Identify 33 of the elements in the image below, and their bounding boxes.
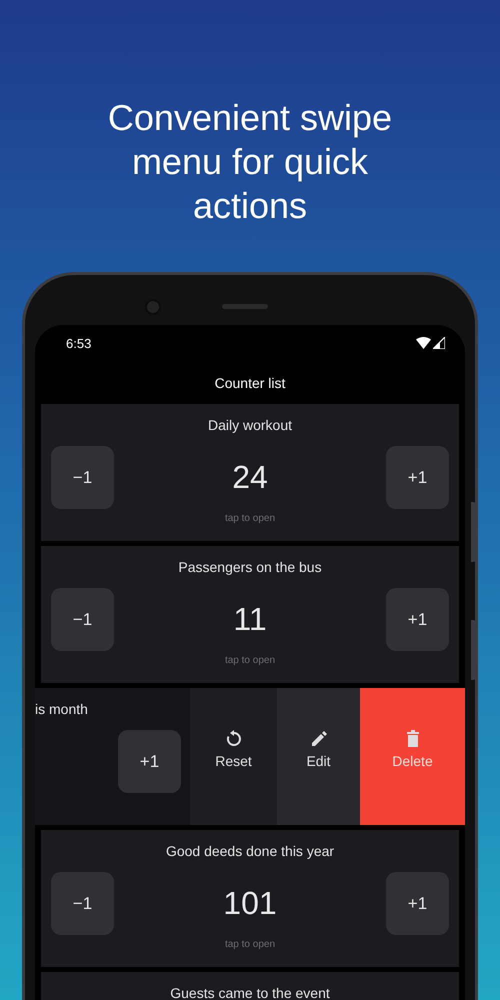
decrement-button[interactable]: −1 xyxy=(51,446,114,509)
reset-action[interactable]: Reset xyxy=(190,688,277,825)
counter-value: 11 xyxy=(233,601,267,638)
counter-title: Passengers on the bus xyxy=(178,559,322,575)
increment-button[interactable]: +1 xyxy=(386,872,449,935)
app-bar-title: Counter list xyxy=(214,375,286,393)
reset-icon xyxy=(224,730,242,748)
counter-card[interactable]: Good deeds done this year −1 101 +1 tap to open xyxy=(41,830,459,967)
counter-card[interactable]: Passengers on the bus −1 11 +1 tap to open xyxy=(41,546,459,683)
headline: Convenient swipe menu for quick actions xyxy=(106,96,394,228)
increment-button[interactable]: +1 xyxy=(386,588,449,651)
tap-hint: tap to open xyxy=(224,939,276,950)
tap-hint: tap to open xyxy=(224,513,276,524)
counter-value: 101 xyxy=(223,885,277,922)
speaker-slot xyxy=(222,304,268,309)
counter-title: is month xyxy=(35,701,89,717)
edit-action[interactable]: Edit xyxy=(277,688,360,825)
status-time: 6:53 xyxy=(66,336,92,350)
wifi-icon xyxy=(416,337,431,349)
counter-title: Guests came to the event xyxy=(170,985,330,1000)
counter-card[interactable]: is month +1 xyxy=(35,688,190,825)
counter-title: Good deeds done this year xyxy=(166,843,334,859)
decrement-button[interactable]: −1 xyxy=(51,872,114,935)
counter-value: 24 xyxy=(232,459,268,496)
counter-card[interactable]: Guests came to the event xyxy=(41,972,459,1000)
signal-icon xyxy=(433,337,445,349)
increment-button[interactable]: +1 xyxy=(118,730,181,793)
edit-icon xyxy=(310,730,328,748)
increment-button[interactable]: +1 xyxy=(386,446,449,509)
decrement-button[interactable]: −1 xyxy=(51,588,114,651)
tap-hint: tap to open xyxy=(224,655,276,666)
counter-card[interactable]: Daily workout −1 24 +1 tap to open xyxy=(41,404,459,541)
counter-title: Daily workout xyxy=(208,417,292,433)
